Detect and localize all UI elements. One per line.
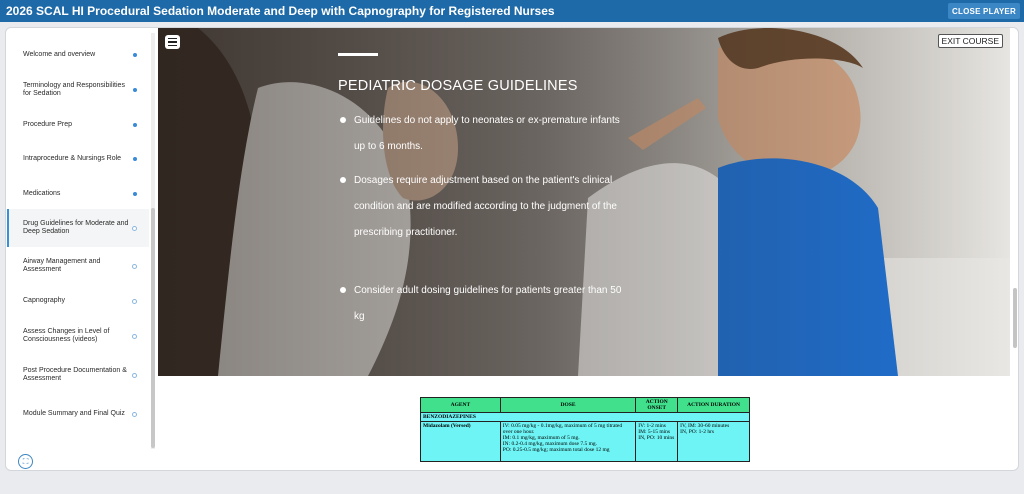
sidebar-item-medications[interactable]: Medications	[7, 182, 149, 206]
sidebar-item-post-procedure[interactable]: Post Procedure Documentation & Assessmen…	[7, 360, 149, 390]
sidebar-item-procedure-prep[interactable]: Procedure Prep	[7, 113, 149, 137]
incomplete-dot-icon	[132, 225, 137, 231]
sidebar-item-label: Airway Management and Assessment	[23, 257, 101, 274]
fullscreen-icon[interactable]: ⛶	[18, 454, 33, 469]
sidebar-item-terminology[interactable]: Terminology and Responsibilities for Sed…	[7, 75, 149, 105]
exit-course-button[interactable]: EXIT COURSE	[937, 34, 1003, 48]
table-header: ACTION ONSET	[635, 397, 679, 413]
completed-dot-icon	[133, 88, 137, 92]
close-player-button[interactable]: CLOSE PLAYER	[948, 3, 1020, 19]
onset-cell: IV: 1-2 mins IM: 5-15 mins IN, PO: 10 mi…	[635, 421, 679, 462]
agent-cell: Midazolam (Versed)	[420, 421, 501, 462]
course-title: 2026 SCAL HI Procedural Sedation Moderat…	[6, 4, 555, 18]
sidebar-item-label: Drug Guidelines for Moderate and Deep Se…	[23, 219, 129, 236]
sidebar-item-intraprocedure[interactable]: Intraprocedure & Nursings Role	[7, 144, 149, 174]
completed-dot-icon	[133, 123, 137, 127]
sidebar-item-label: Procedure Prep	[23, 120, 73, 128]
incomplete-dot-icon	[132, 411, 137, 417]
sidebar-item-airway[interactable]: Airway Management and Assessment	[7, 251, 149, 281]
drug-dosage-table: AGENT DOSE ACTION ONSET ACTION DURATION …	[420, 397, 750, 462]
table-header: DOSE	[499, 397, 637, 413]
top-bar: 2026 SCAL HI Procedural Sedation Moderat…	[0, 0, 1024, 22]
sidebar-item-consciousness[interactable]: Assess Changes in Level of Consciousness…	[7, 321, 149, 351]
title-accent-line	[338, 53, 378, 56]
sidebar-item-label: Module Summary and Final Quiz	[23, 409, 125, 417]
guideline-bullet: Dosages require adjustment based on the …	[338, 168, 628, 246]
course-outline-sidebar: Welcome and overview Terminology and Res…	[7, 33, 153, 449]
sidebar-item-drug-guidelines[interactable]: Drug Guidelines for Moderate and Deep Se…	[7, 209, 149, 247]
dose-line: PO: 0.25-0.5 mg/kg; maximum total dose 1…	[502, 447, 610, 453]
content-scrollbar-thumb[interactable]	[1013, 288, 1017, 348]
lesson-content: EXIT COURSE PEDIATRIC DOSAGE GUIDELINES …	[158, 28, 1010, 470]
completed-dot-icon	[133, 157, 137, 161]
sidebar-item-label: Assess Changes in Level of Consciousness…	[23, 327, 110, 344]
completed-dot-icon	[133, 192, 137, 196]
hero-banner: EXIT COURSE PEDIATRIC DOSAGE GUIDELINES …	[158, 28, 1010, 376]
sidebar-item-summary-quiz[interactable]: Module Summary and Final Quiz	[7, 399, 149, 429]
sidebar-item-label: Medications	[23, 189, 61, 197]
table-header: ACTION DURATION	[677, 397, 750, 413]
table-row: Midazolam (Versed) IV: 0.05 mg/kg - 0.1m…	[420, 421, 750, 462]
incomplete-dot-icon	[132, 333, 137, 339]
onset-line: IN, PO: 10 mins	[638, 435, 675, 441]
menu-icon[interactable]	[165, 35, 180, 49]
sidebar-scrollbar-thumb[interactable]	[151, 208, 155, 448]
incomplete-dot-icon	[132, 298, 137, 304]
dose-line: IV: 0.05 mg/kg - 0.1mg/kg, maximum of 5 …	[502, 423, 623, 435]
duration-cell: IV, IM: 30-60 minutes IN, PO: 1-2 hrs	[677, 421, 750, 462]
sidebar-item-capnography[interactable]: Capnography	[7, 289, 149, 313]
drug-category: BENZODIAZEPINES	[420, 412, 750, 422]
player-frame: Welcome and overview Terminology and Res…	[5, 27, 1019, 471]
duration-line: IN, PO: 1-2 hrs	[680, 429, 715, 435]
sidebar-item-label: Welcome and overview	[23, 50, 96, 58]
table-header: AGENT	[420, 397, 501, 413]
guideline-bullet: Guidelines do not apply to neonates or e…	[338, 108, 628, 160]
completed-dot-icon	[133, 53, 137, 57]
guideline-bullet: Consider adult dosing guidelines for pat…	[338, 278, 628, 330]
sidebar-item-welcome[interactable]: Welcome and overview	[7, 43, 149, 67]
sidebar-item-label: Post Procedure Documentation & Assessmen…	[23, 366, 127, 383]
sidebar-item-label: Intraprocedure & Nursings Role	[23, 154, 122, 162]
incomplete-dot-icon	[132, 372, 137, 378]
sidebar-item-label: Capnography	[23, 296, 66, 304]
incomplete-dot-icon	[132, 263, 137, 269]
sidebar-item-label: Terminology and Responsibilities for Sed…	[23, 81, 125, 98]
dose-cell: IV: 0.05 mg/kg - 0.1mg/kg, maximum of 5 …	[499, 421, 637, 462]
slide-title: PEDIATRIC DOSAGE GUIDELINES	[338, 78, 578, 94]
